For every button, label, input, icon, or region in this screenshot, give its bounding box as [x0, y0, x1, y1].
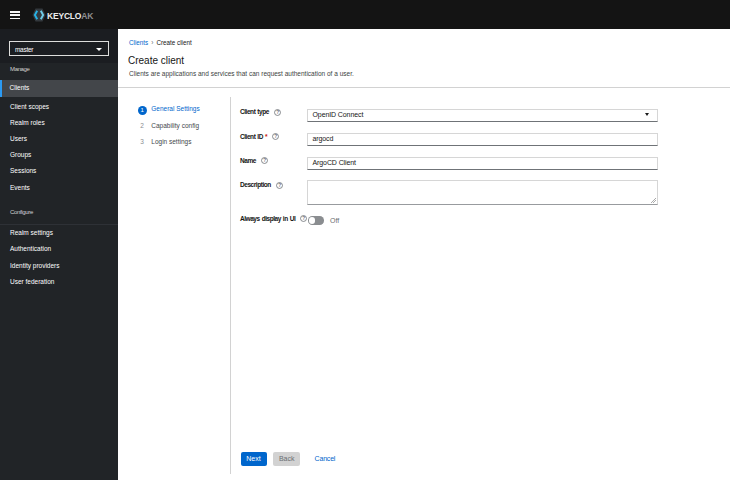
svg-text:?: ? — [276, 110, 279, 115]
svg-text:?: ? — [303, 216, 306, 221]
svg-text:?: ? — [274, 135, 277, 140]
svg-text:?: ? — [263, 158, 266, 163]
svg-text:?: ? — [278, 183, 281, 188]
